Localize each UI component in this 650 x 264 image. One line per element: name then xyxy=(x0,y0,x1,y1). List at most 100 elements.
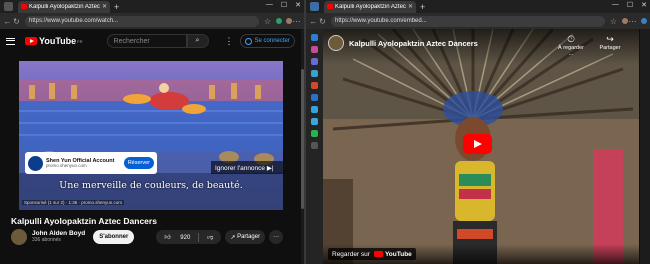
thumbs-down-icon: 👎︎ xyxy=(207,235,214,241)
sidebar-whatsapp-icon[interactable] xyxy=(311,130,318,137)
like-count: 920 xyxy=(180,235,191,241)
sidebar-outlook-icon[interactable] xyxy=(311,94,318,101)
reserve-button[interactable]: Réserver xyxy=(123,157,154,169)
sidebar-add-icon[interactable] xyxy=(311,142,318,149)
url-field[interactable]: https://www.youtube.com/watch... xyxy=(25,15,259,27)
youtube-small-logo-icon xyxy=(373,251,383,257)
star-icon[interactable]: ☆ xyxy=(609,17,618,26)
back-icon[interactable]: ← xyxy=(309,17,318,26)
signin-label: Se connecter xyxy=(254,38,290,44)
url-field[interactable]: https://www.youtube.com/embed... xyxy=(331,15,605,27)
extension-icon[interactable] xyxy=(276,18,282,24)
youtube-header: YouTube FR Rechercher ⌕ ⋮ Se connecter xyxy=(0,29,304,53)
youtube-wordmark-text: YouTube xyxy=(384,250,412,258)
sidebar-search-icon[interactable] xyxy=(311,34,318,41)
back-icon[interactable]: ← xyxy=(3,17,12,26)
sidebar-telegram-icon[interactable] xyxy=(311,118,318,125)
close-window-icon[interactable]: ✕ xyxy=(641,1,647,9)
window-controls: — ☐ ✕ xyxy=(266,1,301,9)
tab-bar: Kalpulli Ayolopaktzin Aztec Dancers ✕ + … xyxy=(0,0,304,13)
watch-later-button[interactable]: 🕒︎ À regarder ... xyxy=(555,34,587,57)
copilot-icon[interactable] xyxy=(641,18,647,24)
clock-icon: 🕒︎ xyxy=(567,34,575,44)
youtube-wordmark: YouTube xyxy=(373,250,412,258)
new-tab-icon[interactable]: + xyxy=(114,2,119,12)
ad-card[interactable]: Shen Yun Official Account promo.shenyun.… xyxy=(25,152,157,174)
refresh-icon[interactable]: ↻ xyxy=(318,17,327,26)
refresh-icon[interactable]: ↻ xyxy=(12,17,21,26)
sidebar-tools-icon[interactable] xyxy=(311,58,318,65)
embedded-video-player[interactable]: Kalpulli Ayolopaktzin Aztec Dancers 🕒︎ À… xyxy=(323,29,639,264)
skip-ad-button[interactable]: Ignorer l'annonce ▶| xyxy=(211,161,283,174)
like-button[interactable]: 👍︎ 920 xyxy=(156,233,198,241)
tab-actions-icon[interactable] xyxy=(310,2,319,11)
account-icon xyxy=(244,37,252,45)
close-tab-icon[interactable]: ✕ xyxy=(102,3,107,10)
minimize-icon[interactable]: — xyxy=(266,1,273,9)
page-scrollbar[interactable] xyxy=(640,29,650,264)
browser-sidebar xyxy=(306,29,323,264)
sidebar-shopping-icon[interactable] xyxy=(311,46,318,53)
maximize-icon[interactable]: ☐ xyxy=(281,1,287,9)
large-play-button-icon[interactable] xyxy=(463,134,492,154)
embed-share-button[interactable]: ↪ Partager xyxy=(595,34,625,51)
settings-kebab-icon[interactable]: ⋮ xyxy=(225,36,234,47)
video-player[interactable]: Shen Yun Official Account promo.shenyun.… xyxy=(19,61,283,210)
share-arrow-icon: ↪ xyxy=(606,34,614,44)
channel-avatar[interactable] xyxy=(11,229,27,245)
star-icon[interactable]: ☆ xyxy=(263,17,272,26)
thumbs-up-icon: 👍︎ xyxy=(164,235,171,241)
advertiser-logo xyxy=(28,155,43,171)
new-tab-icon[interactable]: + xyxy=(420,2,425,12)
right-browser-window: Kalpulli Ayolopaktzin Aztec Dancers ✕ + … xyxy=(306,0,650,264)
watch-later-label: À regarder ... xyxy=(558,45,584,57)
desktop: Kalpulli Ayolopaktzin Aztec Dancers ✕ + … xyxy=(0,0,650,264)
tab-title: Kalpulli Ayolopaktzin Aztec Dancers xyxy=(29,3,100,10)
sidebar-drop-icon[interactable] xyxy=(311,106,318,113)
embed-channel-avatar[interactable] xyxy=(328,35,344,51)
share-icon: ↗ xyxy=(230,234,236,241)
menu-icon[interactable]: ⋯ xyxy=(628,17,637,26)
embed-share-label: Partager xyxy=(599,45,621,51)
youtube-logo[interactable]: YouTube FR xyxy=(25,36,83,46)
sidebar-office-icon[interactable] xyxy=(311,82,318,89)
tab-title: Kalpulli Ayolopaktzin Aztec Dancers xyxy=(335,3,406,10)
menu-icon[interactable]: ⋯ xyxy=(292,17,301,26)
search-input[interactable]: Rechercher xyxy=(106,34,187,48)
sponsored-label: Sponsorisé (1 sur 2) · 1:36 · promo.shen… xyxy=(22,200,125,205)
search-icon: ⌕ xyxy=(195,37,200,44)
tab-actions-icon[interactable] xyxy=(4,2,13,11)
tab-embed[interactable]: Kalpulli Ayolopaktzin Aztec Dancers ✕ xyxy=(324,0,416,13)
left-browser-window: Kalpulli Ayolopaktzin Aztec Dancers ✕ + … xyxy=(0,0,306,264)
embed-title[interactable]: Kalpulli Ayolopaktzin Aztec Dancers xyxy=(349,39,478,48)
page-scrollbar[interactable] xyxy=(301,29,304,264)
tab-video[interactable]: Kalpulli Ayolopaktzin Aztec Dancers ✕ xyxy=(18,0,110,13)
youtube-favicon-icon xyxy=(327,4,333,9)
ad-account-url: promo.shenyun.com xyxy=(46,162,87,168)
minimize-icon[interactable]: — xyxy=(612,1,619,9)
signin-button[interactable]: Se connecter xyxy=(239,34,295,48)
watch-on-youtube-button[interactable]: Regarder sur YouTube xyxy=(328,248,416,260)
sidebar-games-icon[interactable] xyxy=(311,70,318,77)
close-tab-icon[interactable]: ✕ xyxy=(408,3,413,10)
scrollbar-thumb[interactable] xyxy=(301,69,304,209)
hamburger-menu-icon[interactable] xyxy=(6,37,15,45)
channel-row: John Alden Boyd 336 abonnés S'abonner 👍︎… xyxy=(11,229,296,245)
like-dislike-group: 👍︎ 920 👎︎ xyxy=(156,230,222,244)
youtube-play-logo-icon xyxy=(25,37,37,45)
address-bar: ← ↻ https://www.youtube.com/watch... ☆ ⋯ xyxy=(0,13,304,29)
region-code: FR xyxy=(77,38,83,44)
channel-subscribers: 336 abonnés xyxy=(32,236,61,243)
youtube-favicon-icon xyxy=(21,4,27,9)
more-actions-button[interactable]: ··· xyxy=(269,230,284,244)
ad-caption: Une merveille de couleurs, de beauté. xyxy=(59,180,243,191)
maximize-icon[interactable]: ☐ xyxy=(627,1,633,9)
dislike-button[interactable]: 👎︎ xyxy=(199,233,221,241)
search-button[interactable]: ⌕ xyxy=(186,34,209,48)
subscribe-button[interactable]: S'abonner xyxy=(93,230,135,244)
close-window-icon[interactable]: ✕ xyxy=(295,1,301,9)
video-title: Kalpulli Ayolopaktzin Aztec Dancers xyxy=(11,216,157,226)
share-button[interactable]: ↗ Partager xyxy=(225,230,266,244)
share-label: Partager xyxy=(237,234,261,240)
watch-on-label: Regarder sur xyxy=(332,250,370,258)
